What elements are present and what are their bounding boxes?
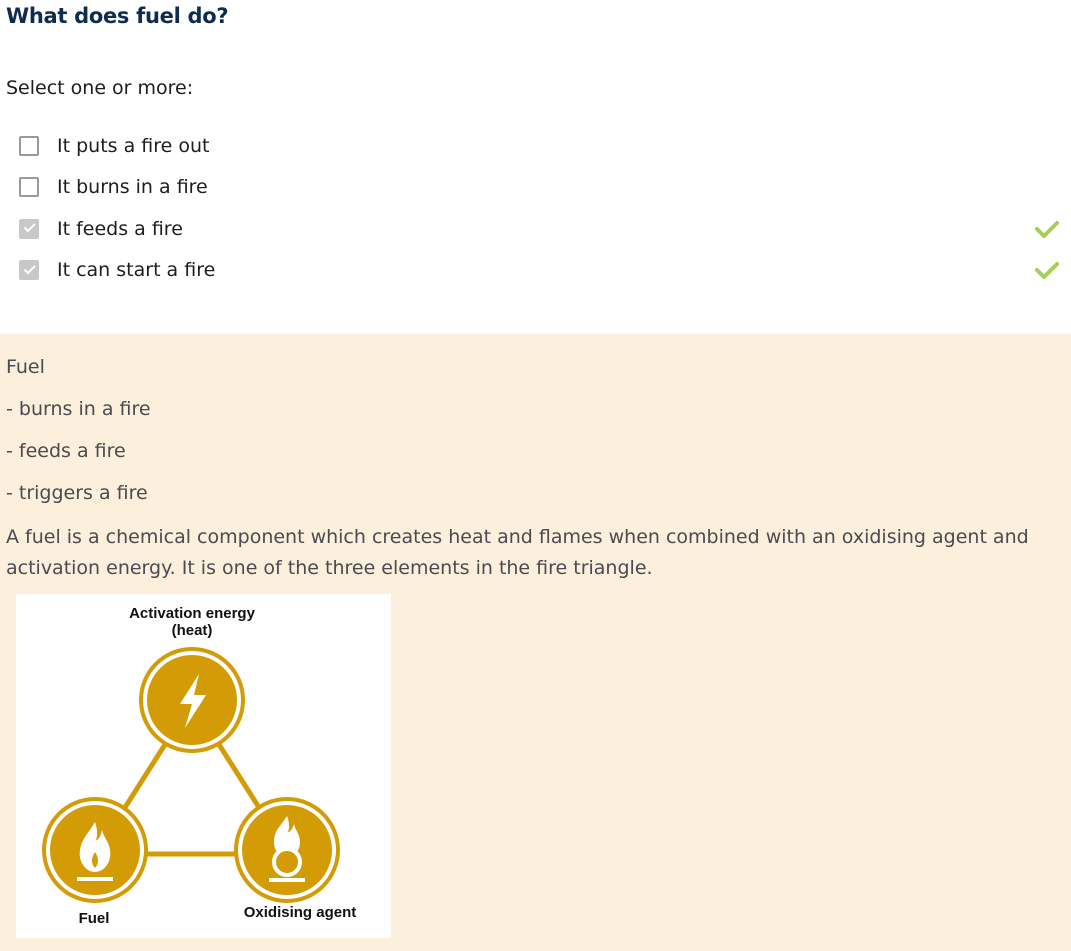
option-row[interactable]: It puts a fire out: [0, 125, 1071, 167]
option-checkbox[interactable]: [19, 218, 39, 239]
general-feedback: Fuel - burns in a fire - feeds a fire - …: [0, 334, 1071, 951]
lightning-icon: [139, 647, 245, 753]
correct-check-icon: [1035, 262, 1059, 280]
question-title: What does fuel do?: [6, 4, 229, 28]
oxidiser-icon: [234, 797, 340, 903]
option-row[interactable]: It feeds a fire: [0, 208, 1071, 250]
question-prompt: Select one or more:: [6, 77, 194, 99]
feedback-paragraph: A fuel is a chemical component which cre…: [6, 526, 1029, 579]
fuel-label: Fuel: [78, 910, 110, 927]
feedback-heading: Fuel: [6, 356, 45, 378]
flame-icon: [42, 797, 148, 903]
option-label: It puts a fire out: [57, 134, 210, 157]
fire-triangle-diagram: Activation energy (heat) Fuel Oxidising …: [16, 594, 391, 938]
feedback-bullet: - feeds a fire: [6, 440, 126, 462]
option-label: It can start a fire: [57, 259, 216, 282]
feedback-bullet: - triggers a fire: [6, 482, 148, 504]
answer-options: It puts a fire out It burns in a fire It…: [0, 125, 1071, 291]
option-label: It feeds a fire: [57, 217, 183, 240]
option-checkbox[interactable]: [19, 260, 39, 281]
activation-energy-label: Activation energy (heat): [129, 605, 255, 639]
option-row[interactable]: It burns in a fire: [0, 167, 1071, 209]
fire-triangle-graphic: [42, 647, 340, 903]
oxidising-agent-label: Oxidising agent: [243, 904, 357, 921]
option-row[interactable]: It can start a fire: [0, 250, 1071, 292]
option-checkbox[interactable]: [19, 135, 39, 156]
option-label: It burns in a fire: [57, 176, 208, 199]
correct-check-icon: [1035, 220, 1059, 238]
feedback-bullet: - burns in a fire: [6, 398, 151, 420]
option-checkbox[interactable]: [19, 177, 39, 198]
